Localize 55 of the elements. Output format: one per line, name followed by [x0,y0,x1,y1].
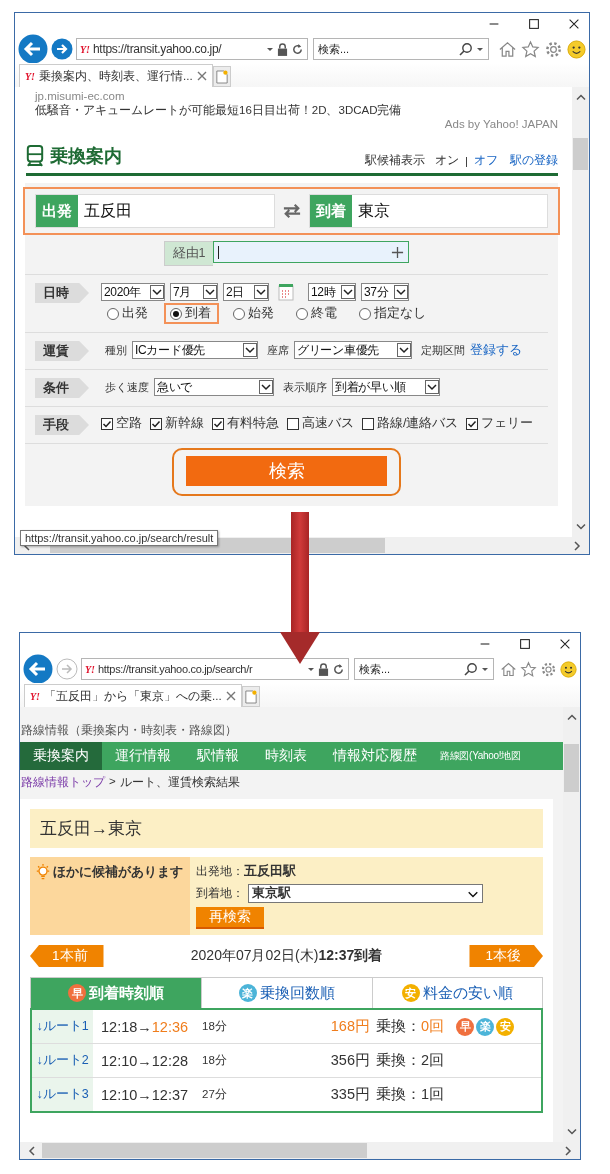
field-label: 座席 [267,342,289,358]
field-label: 表示順序 [283,379,327,395]
separator-text: | [465,154,468,167]
row-label: 運賃 [35,341,89,361]
arrival-time: 12:37 [151,1086,189,1103]
field-label: 出発地： [196,864,244,879]
badge-icon: 楽 [476,1017,494,1036]
site-logo: Y! [85,663,95,675]
transfer-label: 乗換： [376,1052,421,1068]
breadcrumb-current: ルート、運賃検索結果 [119,775,240,790]
duration-text: 27分 [202,1087,228,1102]
field-label: 歩く速度 [105,379,149,395]
site-title: 路線情報（乗換案内・時刻表・路線図） [20,723,238,738]
fare-text: 168円 [329,1017,370,1036]
option-label: 駅候補表示 [365,153,425,168]
fare-text: 335円 [329,1085,370,1104]
row-label: 日時 [35,283,89,303]
badge-icon: 早 [456,1017,474,1036]
status-tooltip: https://transit.yahoo.co.jp/search/result [20,530,219,546]
badge-icon: 早 [68,984,87,1002]
arrival-time: 12:28 [151,1052,189,1069]
transfer-count: 2回 [421,1052,445,1068]
arrival-time: 12:36 [151,1018,189,1035]
site-logo: Y! [80,43,90,55]
departure-time: 12:18 [101,1018,138,1035]
transfer-count: 0回 [421,1018,445,1034]
fare-text: 356円 [329,1051,370,1070]
arrow-text: → [137,1018,152,1035]
notice-text: ほかに候補があります [53,864,183,881]
arrow-text: → [137,1052,152,1069]
row-label: 条件 [35,378,89,398]
badge-icon: 安 [401,984,420,1002]
station-name: 五反田駅 [244,863,296,880]
field-label: 経由1 [163,241,214,266]
date-time: 2020年07月02日(木)12:37到着 [190,947,383,965]
departure-time: 12:10 [101,1052,138,1069]
badge-icon: 安 [496,1017,514,1036]
duration-text: 18分 [202,1053,228,1068]
ad-credit: Ads by Yahoo! JAPAN [443,117,558,131]
field-label: 定期区間 [421,342,465,358]
transfer-label: 乗換： [376,1018,421,1034]
site-logo: Y! [30,690,40,702]
row-label: 手段 [35,415,89,435]
arrow-text: → [137,1086,152,1103]
field-label: 種別 [105,342,127,358]
badge-icon: 楽 [239,984,257,1002]
result-title: 五反田→東京 [30,809,543,848]
transfer-count: 1回 [421,1086,445,1102]
breadcrumb-separator: > [109,775,116,789]
departure-time: 12:10 [101,1086,138,1103]
transfer-label: 乗換： [376,1086,421,1102]
duration-text: 18分 [202,1019,228,1034]
page-title: 乗換案内 [50,145,122,168]
site-logo: Y! [25,70,35,82]
field-label: 到着地： [196,886,244,901]
